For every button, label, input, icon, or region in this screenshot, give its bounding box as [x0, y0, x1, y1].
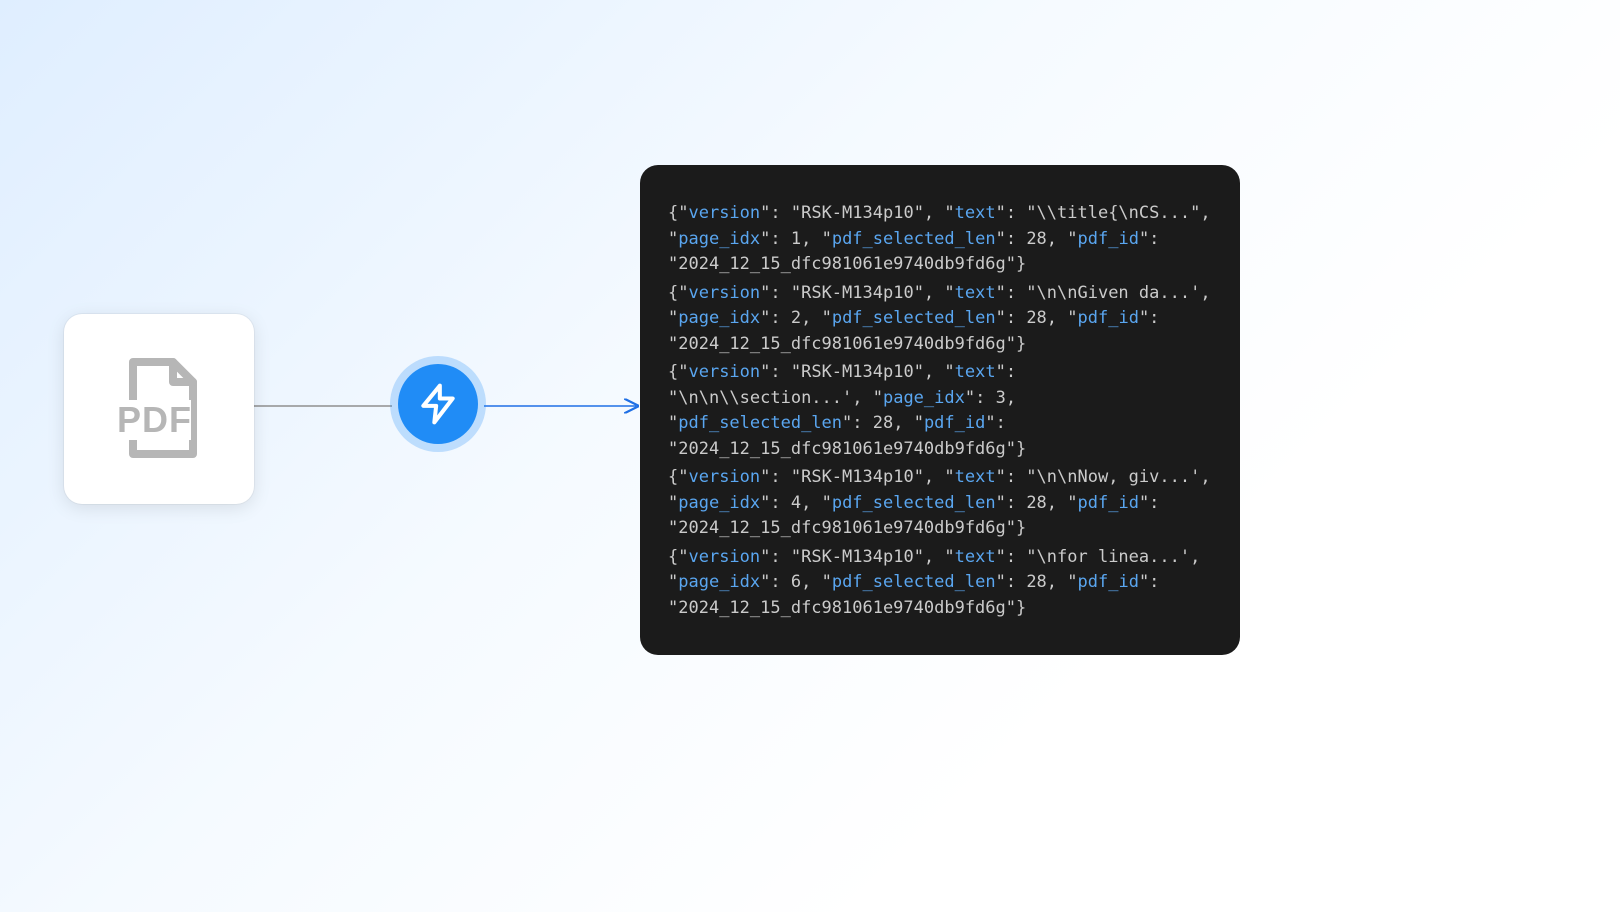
- json-output-line: {"version": "RSK-M134p10", "text": "\n\n…: [668, 360, 1212, 462]
- json-output-line: {"version": "RSK-M134p10", "text": "\nfo…: [668, 545, 1212, 622]
- json-output-line: {"version": "RSK-M134p10", "text": "\n\n…: [668, 465, 1212, 542]
- lightning-icon: [416, 382, 460, 426]
- json-output-line: {"version": "RSK-M134p10", "text": "\\ti…: [668, 201, 1212, 278]
- pdf-file-icon: PDF: [109, 354, 209, 464]
- processor-node: [390, 356, 486, 452]
- pdf-source-node: PDF: [64, 314, 254, 504]
- processor-node-inner: [398, 364, 478, 444]
- json-output-line: {"version": "RSK-M134p10", "text": "\n\n…: [668, 281, 1212, 358]
- json-output-panel: {"version": "RSK-M134p10", "text": "\\ti…: [640, 165, 1240, 655]
- svg-text:PDF: PDF: [117, 399, 192, 440]
- diagram-stage: PDF {"version": "RSK-M134p10", "text": "…: [0, 0, 1620, 912]
